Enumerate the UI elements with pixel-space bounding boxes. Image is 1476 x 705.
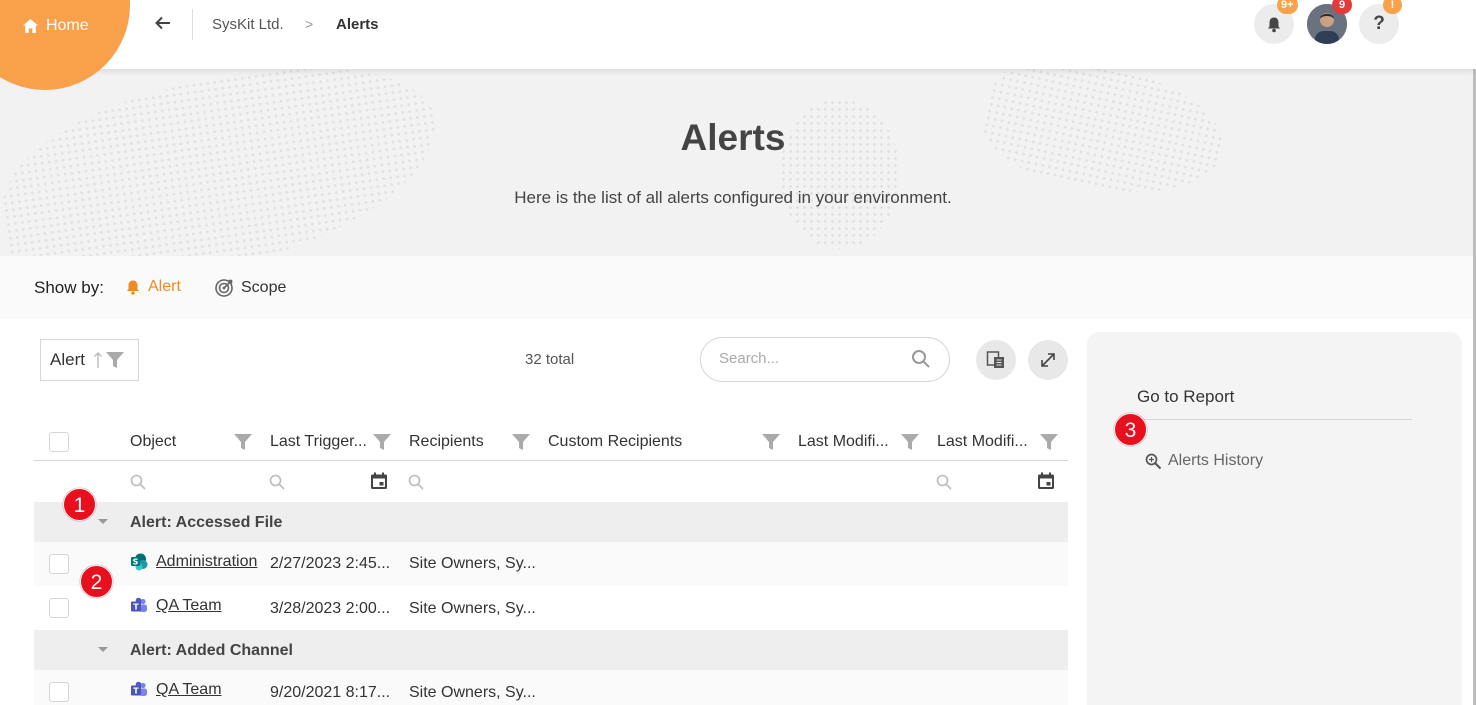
top-bar <box>0 0 1476 69</box>
annotation-marker: 3 <box>1114 413 1147 446</box>
object-cell: S Administration <box>130 553 257 571</box>
teams-icon: T <box>131 681 147 696</box>
filter-icon[interactable] <box>900 433 920 451</box>
filter-icon[interactable] <box>372 433 392 451</box>
row-checkbox[interactable] <box>49 554 69 574</box>
table-row[interactable]: T QA Team 3/28/2023 2:00... Site Owners,… <box>34 586 1068 630</box>
column-header-recipients[interactable]: Recipients <box>409 433 484 451</box>
last-triggered-cell: 3/28/2023 2:00... <box>270 600 391 617</box>
annotation-marker: 1 <box>63 488 96 521</box>
column-header-last-modified[interactable]: Last Modifi... <box>798 433 889 451</box>
total-count: 32 total <box>525 351 575 368</box>
filter-icon[interactable] <box>105 351 125 369</box>
svg-text:T: T <box>133 603 139 612</box>
expand-button[interactable] <box>1028 340 1068 380</box>
teams-icon: T <box>131 597 147 612</box>
decorative-dots <box>0 69 452 256</box>
sort-label: Alert <box>50 350 85 369</box>
back-button[interactable] <box>152 14 174 36</box>
sort-ascending-icon[interactable] <box>93 351 103 369</box>
filter-icon[interactable] <box>233 433 253 451</box>
column-header-object[interactable]: Object <box>130 433 176 451</box>
search-icon[interactable] <box>269 474 285 490</box>
recipients-cell: Site Owners, Sy... <box>409 684 536 701</box>
column-header-last-modified-by[interactable]: Last Modifi... <box>937 433 1028 451</box>
page-subtitle: Here is the list of all alerts configure… <box>514 188 952 207</box>
object-link[interactable]: Administration <box>156 553 257 571</box>
home-label: Home <box>46 17 89 34</box>
last-triggered-cell: 2/27/2023 2:45... <box>270 555 391 572</box>
row-checkbox[interactable] <box>49 682 69 702</box>
select-all-checkbox[interactable] <box>49 432 69 452</box>
svg-text:S: S <box>133 558 139 567</box>
calendar-icon[interactable] <box>1037 472 1055 490</box>
search-icon[interactable] <box>130 474 146 490</box>
search-icon[interactable] <box>936 474 952 490</box>
question-icon: ? <box>1373 13 1385 34</box>
chevron-down-icon[interactable] <box>98 519 108 524</box>
table-row[interactable]: T QA Team 9/20/2021 8:17... Site Owners,… <box>34 670 1068 705</box>
breadcrumb-current: Alerts <box>336 16 379 33</box>
filter-icon[interactable] <box>511 433 531 451</box>
export-button[interactable] <box>976 340 1016 380</box>
house-icon <box>23 19 38 33</box>
sharepoint-icon: S <box>131 553 148 571</box>
export-icon <box>986 351 1004 368</box>
show-by-alert-option[interactable]: Alert <box>125 278 181 296</box>
avatar[interactable]: 9 <box>1307 0 1352 44</box>
annotation-marker: 2 <box>80 565 113 598</box>
column-header-last-triggered[interactable]: Last Trigger... <box>270 433 367 451</box>
bell-icon <box>127 280 139 295</box>
page-title: Alerts <box>680 117 786 158</box>
show-by-alert-label: Alert <box>148 278 181 295</box>
column-header-custom-recipients[interactable]: Custom Recipients <box>548 433 682 451</box>
hero-banner: Alerts Here is the list of all alerts co… <box>0 69 1476 256</box>
breadcrumb-separator: > <box>305 16 314 32</box>
recipients-cell: Site Owners, Sy... <box>409 600 536 617</box>
show-by-label: Show by: <box>34 278 104 297</box>
object-link[interactable]: QA Team <box>156 681 222 699</box>
object-link[interactable]: QA Team <box>156 597 222 615</box>
help-button[interactable]: ? ! <box>1359 0 1402 44</box>
object-cell: T QA Team <box>130 681 222 699</box>
object-cell: T QA Team <box>130 597 222 615</box>
chevron-down-icon[interactable] <box>98 647 108 652</box>
search-icon[interactable] <box>911 349 931 369</box>
search-box[interactable] <box>700 337 950 382</box>
last-triggered-cell: 9/20/2021 8:17... <box>270 684 391 701</box>
group-title: Alert: Added Channel <box>130 642 293 659</box>
recipients-cell: Site Owners, Sy... <box>409 555 536 572</box>
group-header[interactable]: Alert: Accessed File <box>34 502 1068 542</box>
alerts-history-link[interactable]: Alerts History <box>1145 452 1263 470</box>
table-row[interactable]: S Administration 2/27/2023 2:45... Site … <box>34 542 1068 586</box>
sort-dropdown[interactable]: Alert <box>40 339 139 381</box>
filter-icon[interactable] <box>1039 433 1059 451</box>
alerts-history-label: Alerts History <box>1168 452 1264 469</box>
search-input[interactable] <box>719 350 899 367</box>
calendar-icon[interactable] <box>370 472 388 490</box>
show-by-bar: Show by: Alert Scope <box>0 256 1476 319</box>
show-by-scope-label: Scope <box>241 279 287 296</box>
header-divider <box>34 460 1068 461</box>
breadcrumb-org[interactable]: SysKit Ltd. <box>212 16 284 33</box>
panel-divider <box>1137 419 1412 420</box>
filter-icon[interactable] <box>761 433 781 451</box>
bell-icon <box>1268 17 1280 32</box>
target-icon <box>215 279 233 297</box>
expand-icon <box>1041 353 1055 367</box>
notifications-badge: 9+ <box>1277 0 1298 14</box>
breadcrumb-divider <box>192 9 193 40</box>
show-by-scope-option[interactable]: Scope <box>214 278 286 298</box>
group-header[interactable]: Alert: Added Channel <box>34 630 1068 670</box>
svg-text:T: T <box>133 687 139 696</box>
arrow-left-icon <box>155 16 170 30</box>
report-search-icon <box>1145 453 1162 469</box>
group-title: Alert: Accessed File <box>130 514 283 531</box>
search-icon[interactable] <box>408 474 424 490</box>
notifications-button[interactable]: 9+ <box>1254 0 1298 44</box>
row-checkbox[interactable] <box>49 598 69 618</box>
home-button[interactable]: Home <box>22 15 89 37</box>
panel-title: Go to Report <box>1137 387 1235 406</box>
